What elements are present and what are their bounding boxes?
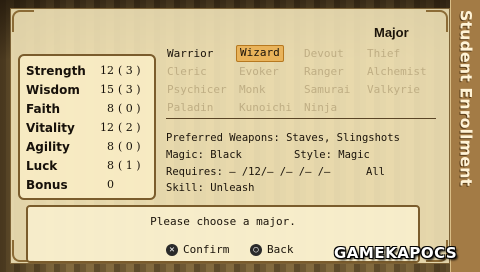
- major-option-wizard[interactable]: Wizard: [236, 45, 284, 62]
- confirm-label: Confirm: [183, 243, 230, 256]
- screen-title-bar: Student Enrollment: [450, 0, 480, 272]
- major-option-monk[interactable]: Monk: [236, 82, 269, 97]
- stat-label: Strength: [26, 64, 86, 78]
- magic-type: Magic: Black: [166, 149, 242, 161]
- major-heading: Major: [374, 25, 409, 40]
- confirm-hint[interactable]: ✕ Confirm: [166, 243, 229, 259]
- stat-value: 8: [107, 159, 114, 172]
- major-option-thief[interactable]: Thief: [364, 46, 403, 61]
- stat-requirements: Requires: – /12/– /– /– /–: [166, 166, 331, 178]
- major-option-kunoichi[interactable]: Kunoichi: [236, 100, 295, 115]
- stat-bonus: ( 0 ): [118, 102, 141, 115]
- circle-button-icon: ○: [250, 244, 262, 256]
- stat-value: 8: [107, 102, 114, 115]
- screen-title: Student Enrollment: [456, 9, 476, 187]
- alignment-requirement: All: [366, 166, 385, 178]
- stat-row-vitality: Vitality 12 ( 2 ): [26, 121, 141, 139]
- stat-bonus: ( 2 ): [118, 121, 141, 134]
- major-option-alchemist[interactable]: Alchemist: [364, 64, 430, 79]
- stat-value: 12: [100, 121, 114, 134]
- stat-row-faith: Faith 8 ( 0 ): [26, 102, 141, 120]
- stat-bonus: ( 3 ): [118, 64, 141, 77]
- preferred-weapons: Preferred Weapons: Staves, Slingshots: [166, 132, 400, 144]
- stat-value: 15: [100, 83, 114, 96]
- major-option-cleric[interactable]: Cleric: [164, 64, 210, 79]
- major-option-ninja[interactable]: Ninja: [301, 100, 340, 115]
- panel-corner-ornament: [12, 10, 34, 32]
- major-option-valkyrie[interactable]: Valkyrie: [364, 82, 423, 97]
- stat-row-agility: Agility 8 ( 0 ): [26, 140, 141, 158]
- stat-bonus: ( 3 ): [118, 83, 141, 96]
- major-option-paladin[interactable]: Paladin: [164, 100, 216, 115]
- prompt-message: Please choose a major.: [150, 215, 296, 228]
- major-option-devout[interactable]: Devout: [301, 46, 347, 61]
- stat-bonus: ( 1 ): [118, 159, 141, 172]
- stat-row-luck: Luck 8 ( 1 ): [26, 159, 141, 177]
- stat-row-wisdom: Wisdom 15 ( 3 ): [26, 83, 141, 101]
- stat-label: Faith: [26, 102, 60, 116]
- stat-row-bonus: Bonus 0: [26, 178, 114, 196]
- stat-value: 8: [107, 140, 114, 153]
- stats-panel: Strength 12 ( 3 ) Wisdom 15 ( 3 ) Faith …: [18, 54, 156, 200]
- major-option-warrior[interactable]: Warrior: [164, 46, 216, 61]
- major-option-samurai[interactable]: Samurai: [301, 82, 353, 97]
- combat-style: Style: Magic: [294, 149, 370, 161]
- stat-label: Bonus: [26, 178, 68, 192]
- major-option-psychicer[interactable]: Psychicer: [164, 82, 230, 97]
- stat-label: Luck: [26, 159, 58, 173]
- major-option-ranger[interactable]: Ranger: [301, 64, 347, 79]
- watermark: GAMEKAPOCS: [334, 244, 458, 262]
- back-label: Back: [267, 243, 294, 256]
- section-divider: [166, 118, 436, 119]
- stat-row-strength: Strength 12 ( 3 ): [26, 64, 141, 82]
- major-skill: Skill: Unleash: [166, 182, 255, 194]
- major-option-evoker[interactable]: Evoker: [236, 64, 282, 79]
- back-hint[interactable]: ○ Back: [250, 243, 294, 259]
- stat-value: 12: [100, 64, 114, 77]
- stat-label: Agility: [26, 140, 70, 154]
- stat-label: Vitality: [26, 121, 75, 135]
- stat-value: 0: [107, 178, 114, 191]
- cross-button-icon: ✕: [166, 244, 178, 256]
- stat-label: Wisdom: [26, 83, 80, 97]
- stat-bonus: ( 0 ): [118, 140, 141, 153]
- panel-corner-ornament: [426, 10, 448, 32]
